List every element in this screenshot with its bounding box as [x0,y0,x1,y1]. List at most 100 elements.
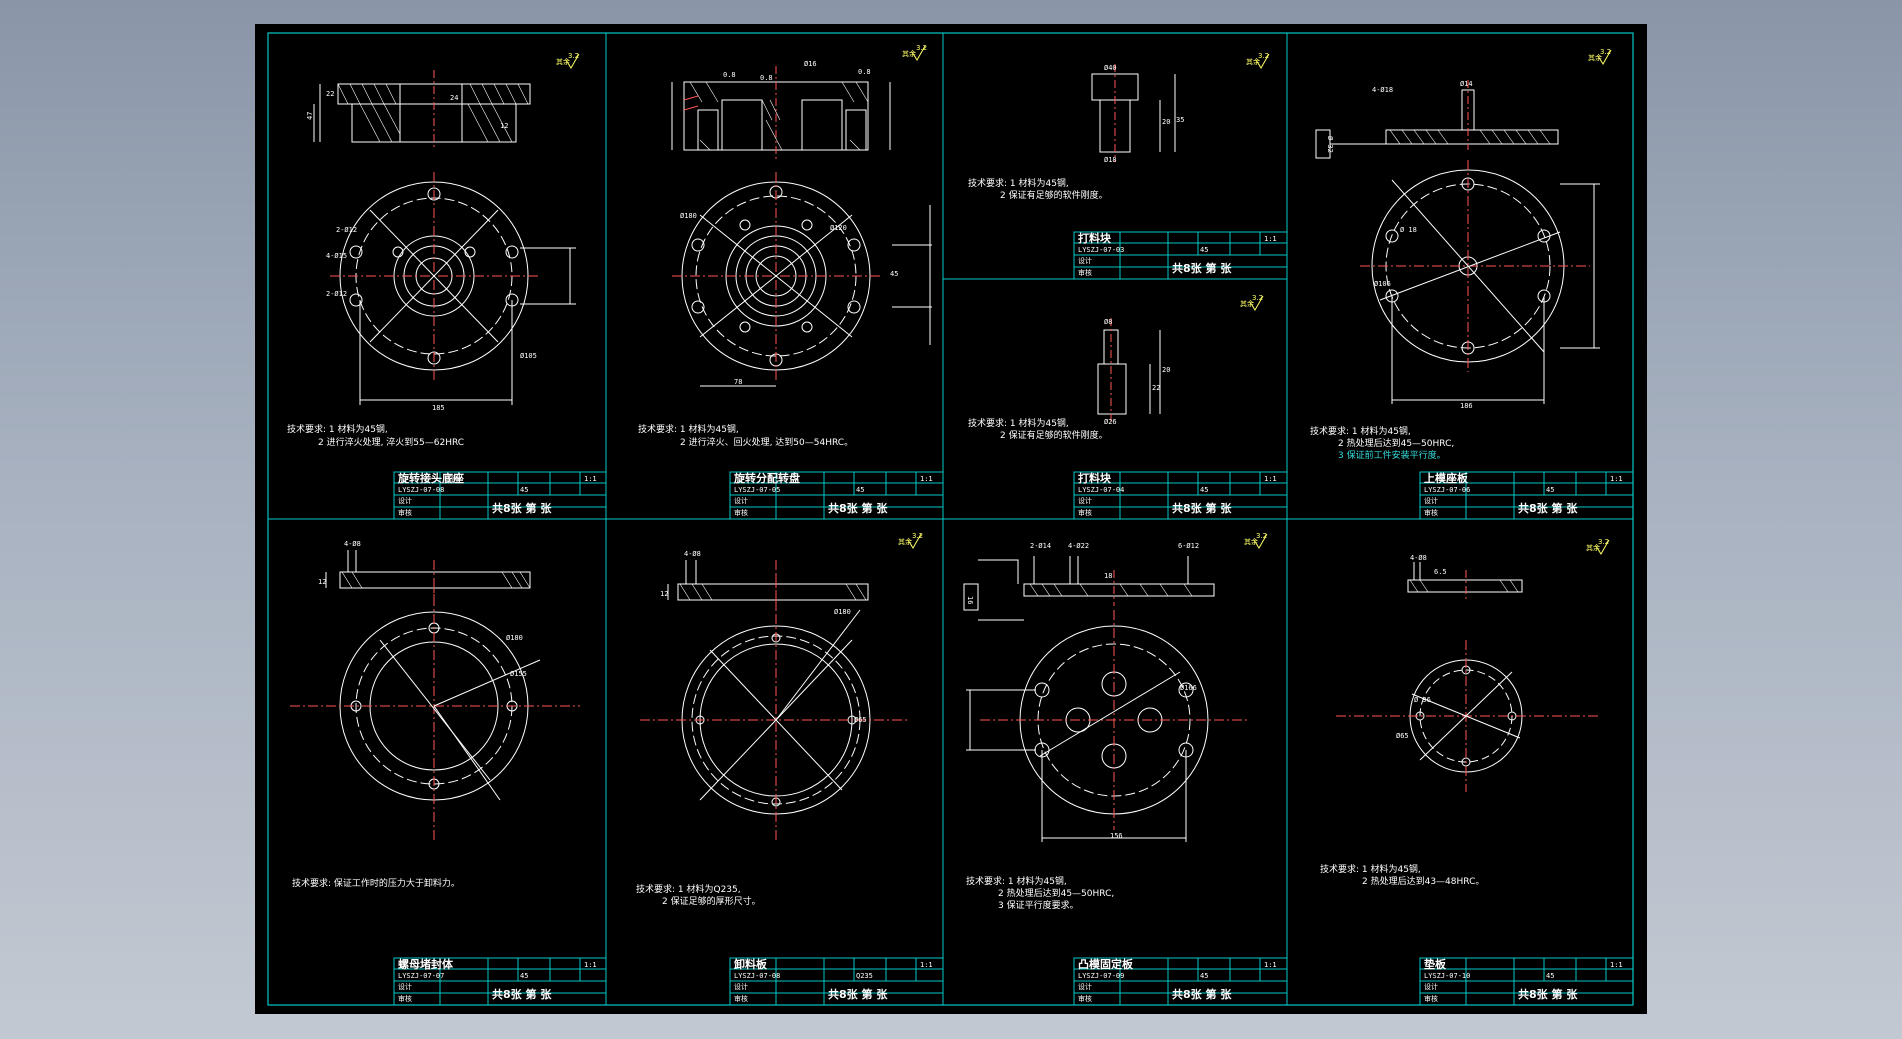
svg-text:设计: 设计 [734,496,748,505]
svg-text:审核: 审核 [734,994,748,1003]
svg-text:45: 45 [520,972,528,980]
svg-text:3.2: 3.2 [916,44,927,52]
part-title: 凸模固定板 [1078,957,1134,971]
svg-text:0.8: 0.8 [760,74,773,82]
svg-text:45: 45 [856,486,864,494]
svg-text:45: 45 [1200,972,1208,980]
svg-text:Ø166: Ø166 [1180,684,1197,692]
svg-text:Ø105: Ø105 [520,352,537,360]
svg-text:2 进行淬火、回火处理, 达到50—54HRC。: 2 进行淬火、回火处理, 达到50—54HRC。 [680,436,853,448]
svg-text:6-Ø12: 6-Ø12 [1178,542,1199,550]
part-title: 旋转分配转盘 [733,471,800,485]
svg-text:其余: 其余 [902,49,916,58]
sheet-info: 共8张 第 张 [1518,501,1578,515]
svg-text:24: 24 [450,94,458,102]
svg-text:审核: 审核 [398,994,412,1003]
svg-text:156: 156 [1110,832,1123,840]
svg-text:2 保证足够的厚形尺寸。: 2 保证足够的厚形尺寸。 [662,895,761,907]
svg-text:设计: 设计 [1424,496,1438,505]
svg-text:45: 45 [520,486,528,494]
svg-text:设计: 设计 [1078,496,1092,505]
svg-text:LYSZJ-07-08: LYSZJ-07-08 [734,972,780,980]
svg-text:47: 47 [306,112,314,120]
svg-text:18: 18 [1104,572,1112,580]
drawing-sheet: 其余 3.2 47 22 24 12 185 2-Ø12 4-Ø15 2-Ø12… [255,24,1647,1014]
svg-text:LYSZJ-07-05: LYSZJ-07-05 [734,486,780,494]
svg-text:0.8: 0.8 [723,71,736,79]
svg-text:2 热处理后达到45—50HRC,: 2 热处理后达到45—50HRC, [1338,437,1454,449]
part-title: 垫板 [1424,957,1447,971]
svg-text:185: 185 [432,404,445,412]
svg-text:4-Ø8: 4-Ø8 [684,550,701,558]
sheet-info: 共8张 第 张 [1518,987,1578,1001]
svg-text:Ø120: Ø120 [830,224,847,232]
svg-text:45: 45 [1200,486,1208,494]
svg-text:45: 45 [1546,972,1554,980]
svg-text:LYSZJ-07-07: LYSZJ-07-07 [398,972,444,980]
svg-text:Ø180: Ø180 [834,608,851,616]
svg-text:Ø65: Ø65 [854,716,867,724]
svg-text:设计: 设计 [734,982,748,991]
svg-text:1:1: 1:1 [920,961,933,969]
svg-text:LYSZJ-07-08: LYSZJ-07-08 [398,486,444,494]
svg-text:3 保证前工件安装平行度。: 3 保证前工件安装平行度。 [1338,449,1446,461]
part-title: 打料块 [1078,471,1112,485]
svg-text:4-Ø18: 4-Ø18 [1372,86,1393,94]
svg-text:12: 12 [660,590,668,598]
svg-text:技术要求: 1 材料为45钢,: 技术要求: 1 材料为45钢, [287,423,388,435]
svg-text:3 保证平行度要求。: 3 保证平行度要求。 [998,899,1079,911]
svg-text:4-Ø15: 4-Ø15 [326,252,347,260]
svg-text:1:1: 1:1 [1264,961,1277,969]
svg-text:Ø180: Ø180 [506,634,523,642]
svg-text:16: 16 [966,596,974,604]
svg-text:45: 45 [1200,246,1208,254]
svg-text:45: 45 [890,270,898,278]
svg-text:Ø 32: Ø 32 [1326,136,1334,153]
svg-text:审核: 审核 [1078,994,1092,1003]
svg-text:35: 35 [1176,116,1184,124]
svg-text:0.8: 0.8 [858,68,871,76]
sheet-info: 共8张 第 张 [1172,261,1232,275]
svg-text:技术要求: 1 材料为45钢,: 技术要求: 1 材料为45钢, [638,423,739,435]
part-title: 卸料板 [734,957,768,971]
sheet-info: 共8张 第 张 [828,987,888,1001]
svg-text:1:1: 1:1 [584,961,597,969]
svg-text:Ø180: Ø180 [680,212,697,220]
svg-text:186: 186 [1460,402,1473,410]
svg-text:2 进行淬火处理, 淬火到55—62HRC: 2 进行淬火处理, 淬火到55—62HRC [318,436,464,448]
svg-text:2-Ø12: 2-Ø12 [326,290,347,298]
svg-text:Q235: Q235 [856,972,873,980]
svg-text:Ø8: Ø8 [1104,318,1112,326]
svg-text:22: 22 [326,90,334,98]
svg-text:20: 20 [1162,366,1170,374]
sheet-info: 共8张 第 张 [492,987,552,1001]
svg-text:4-Ø22: 4-Ø22 [1068,542,1089,550]
svg-text:2-Ø14: 2-Ø14 [1030,542,1051,550]
svg-text:Ø26: Ø26 [1104,418,1117,426]
svg-text:12: 12 [318,578,326,586]
cad-viewport[interactable]: 其余 3.2 47 22 24 12 185 2-Ø12 4-Ø15 2-Ø12… [0,0,1902,1039]
svg-text:Ø40: Ø40 [1104,64,1117,72]
svg-text:2-Ø12: 2-Ø12 [336,226,357,234]
svg-text:审核: 审核 [1424,994,1438,1003]
svg-text:LYSZJ-07-06: LYSZJ-07-06 [1424,486,1470,494]
svg-text:Ø155: Ø155 [510,670,527,678]
svg-text:审核: 审核 [1424,508,1438,517]
svg-text:Ø18: Ø18 [1104,156,1117,164]
svg-text:78: 78 [734,378,742,386]
svg-text:20: 20 [1162,118,1170,126]
sheet-info: 共8张 第 张 [1172,987,1232,1001]
svg-text:设计: 设计 [1424,982,1438,991]
sheet-info: 共8张 第 张 [828,501,888,515]
svg-text:设计: 设计 [398,496,412,505]
svg-text:技术要求: 1 材料为45钢,: 技术要求: 1 材料为45钢, [968,417,1069,429]
svg-text:其余: 其余 [898,537,912,546]
svg-text:6.5: 6.5 [1434,568,1447,576]
svg-text:技术要求: 1 材料为45钢,: 技术要求: 1 材料为45钢, [1310,425,1411,437]
svg-text:2 热处理后达到43—48HRC。: 2 热处理后达到43—48HRC。 [1362,875,1484,887]
sheet-info: 共8张 第 张 [492,501,552,515]
svg-text:比例: 比例 [444,474,458,483]
part-title: 螺母堵封体 [398,957,454,971]
svg-text:技术要求: 1 材料为45钢,: 技术要求: 1 材料为45钢, [966,875,1067,887]
svg-text:技术要求: 保证工作时的压力大于卸料力。: 技术要求: 保证工作时的压力大于卸料力。 [292,877,460,889]
